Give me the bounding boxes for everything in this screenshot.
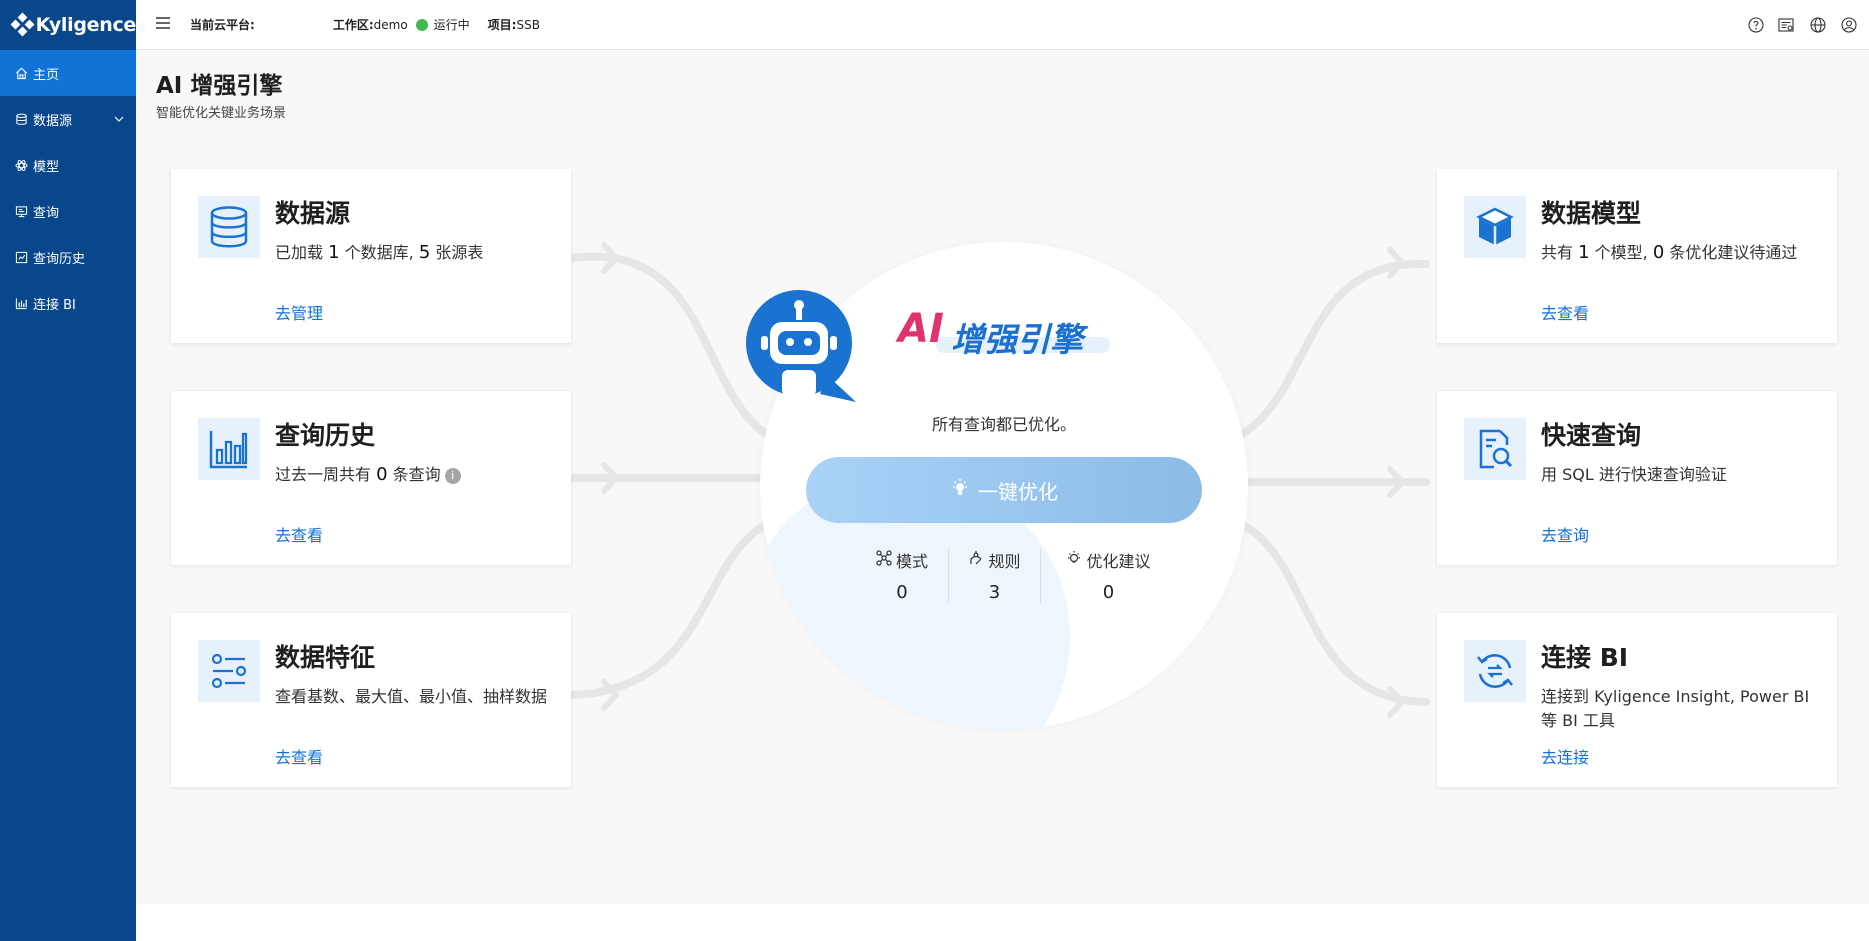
sidebar-item-label: 查询 bbox=[33, 205, 60, 221]
sidebar-item-label: 连接 BI bbox=[33, 297, 76, 313]
card-description: 查看基数、最大值、最小值、抽样数据 bbox=[275, 687, 548, 706]
monitor-icon bbox=[13, 203, 29, 219]
sidebar-item-query[interactable]: 查询 bbox=[0, 188, 136, 234]
bulb-icon bbox=[1066, 550, 1082, 570]
card-description: 共有 1 个模型, 0 条优化建议待通过 bbox=[1541, 242, 1798, 263]
sidebar-item-query-history[interactable]: 查询历史 bbox=[0, 234, 136, 280]
card-description: 用 SQL 进行快速查询验证 bbox=[1541, 465, 1727, 484]
view-model-link[interactable]: 去查看 bbox=[1541, 300, 1589, 324]
logo-icon bbox=[10, 12, 35, 37]
card-description: 过去一周共有 0 条查询 i bbox=[275, 463, 555, 487]
globe-icon[interactable] bbox=[1807, 14, 1828, 35]
sidebar-item-label: 主页 bbox=[33, 67, 60, 83]
button-label: 一键优化 bbox=[978, 479, 1058, 504]
workspace-status: 运行中 bbox=[433, 18, 470, 32]
bar-chart-icon bbox=[198, 418, 260, 480]
card-title: 数据特征 bbox=[275, 643, 376, 672]
status-indicator bbox=[415, 18, 428, 31]
top-bar: 当前云平台: 工作区: demo 运行中 项目: SSB bbox=[136, 0, 1869, 50]
sidebar-item-connect-bi[interactable]: 连接 BI bbox=[0, 280, 136, 326]
chevron-down-icon bbox=[114, 112, 124, 127]
card-title: 连接 BI bbox=[1541, 643, 1629, 672]
cube-icon bbox=[1464, 196, 1526, 258]
bar-chart-icon bbox=[13, 295, 29, 311]
go-query-link[interactable]: 去查询 bbox=[1541, 522, 1589, 546]
help-icon[interactable] bbox=[1745, 14, 1766, 35]
view-history-link[interactable]: 去查看 bbox=[275, 522, 323, 546]
sync-icon bbox=[1464, 640, 1526, 702]
pattern-icon bbox=[876, 550, 892, 570]
sidebar-item-label: 数据源 bbox=[33, 113, 73, 129]
stat-value: 0 bbox=[1102, 582, 1115, 603]
card-data-profile: 数据特征 查看基数、最大值、最小值、抽样数据 去查看 bbox=[171, 613, 571, 787]
bulb-icon bbox=[950, 478, 970, 503]
card-connect-bi: 连接 BI 连接到 Kyligence Insight, Power BI 等 … bbox=[1437, 613, 1837, 787]
database-count: 1 bbox=[328, 242, 340, 263]
card-query-history: 查询历史 过去一周共有 0 条查询 i 去查看 bbox=[171, 391, 571, 565]
sidebar-item-model[interactable]: 模型 bbox=[0, 142, 136, 188]
user-icon[interactable] bbox=[1838, 14, 1859, 35]
database-icon bbox=[198, 196, 260, 258]
rule-icon bbox=[968, 550, 984, 570]
stat-value: 3 bbox=[988, 582, 1001, 603]
project-label: 项目: bbox=[487, 18, 517, 32]
sidebar-item-label: 查询历史 bbox=[33, 251, 86, 267]
home-icon bbox=[13, 65, 29, 81]
table-count: 5 bbox=[418, 242, 431, 263]
menu-icon[interactable] bbox=[156, 17, 176, 32]
suggestion-count: 0 bbox=[1652, 242, 1665, 263]
history-icon bbox=[13, 249, 29, 265]
database-icon bbox=[13, 111, 29, 127]
robot-icon bbox=[746, 290, 856, 402]
sliders-icon bbox=[198, 640, 260, 702]
sidebar: Kyligence 主页 数据源 模型 查询 查询历史 连接 BI bbox=[0, 0, 136, 941]
card-description: 已加载 1 个数据库, 5 张源表 bbox=[275, 242, 484, 263]
one-click-optimize-button[interactable]: 一键优化 bbox=[806, 457, 1202, 523]
optimization-stats: 模式 0 规则 3 优化建议 0 bbox=[856, 548, 1176, 603]
card-data-model: 数据模型 共有 1 个模型, 0 条优化建议待通过 去查看 bbox=[1437, 169, 1837, 343]
atom-icon bbox=[13, 157, 29, 173]
card-title: 数据模型 bbox=[1541, 199, 1642, 228]
card-datasource: 数据源 已加载 1 个数据库, 5 张源表 去管理 bbox=[171, 169, 571, 343]
project-value[interactable]: SSB bbox=[516, 18, 539, 32]
sidebar-item-datasource[interactable]: 数据源 bbox=[0, 96, 136, 142]
stat-value: 0 bbox=[896, 582, 908, 603]
sidebar-item-label: 模型 bbox=[33, 159, 60, 175]
manage-link[interactable]: 去管理 bbox=[275, 300, 323, 324]
query-count: 0 bbox=[376, 464, 388, 485]
cloud-platform-label: 当前云平台: bbox=[190, 18, 255, 32]
logo-text: Kyligence bbox=[35, 14, 137, 36]
view-profile-link[interactable]: 去查看 bbox=[275, 744, 323, 768]
stat-rule: 规则 3 bbox=[948, 548, 1040, 603]
card-title: 快速查询 bbox=[1541, 421, 1642, 450]
optimization-status: 所有查询都已优化。 bbox=[931, 415, 1076, 434]
sidebar-item-home[interactable]: 主页 bbox=[0, 50, 136, 96]
card-description: 连接到 Kyligence Insight, Power BI 等 BI 工具 bbox=[1541, 687, 1810, 730]
info-icon[interactable]: i bbox=[444, 468, 461, 484]
document-search-icon bbox=[1464, 418, 1526, 480]
model-count: 1 bbox=[1578, 242, 1590, 263]
card-title: 查询历史 bbox=[275, 421, 376, 450]
card-title: 数据源 bbox=[275, 199, 351, 228]
kyligence-logo[interactable]: Kyligence bbox=[0, 0, 136, 50]
notes-icon[interactable] bbox=[1776, 14, 1797, 35]
workspace-value[interactable]: demo bbox=[374, 18, 408, 32]
ai-text: AI bbox=[898, 306, 944, 352]
workspace-label: 工作区: bbox=[332, 18, 374, 32]
main-content: AI 增强引擎 智能优化关键业务场景 数据源 已加载 1 个数据库, 5 张源表… bbox=[136, 50, 1869, 904]
stat-pattern: 模式 0 bbox=[856, 548, 948, 603]
connect-link[interactable]: 去连接 bbox=[1541, 744, 1589, 768]
stat-suggestion: 优化建议 0 bbox=[1040, 548, 1176, 603]
engine-text: 增强引擎 bbox=[951, 320, 1083, 359]
card-quick-query: 快速查询 用 SQL 进行快速查询验证 去查询 bbox=[1437, 391, 1837, 565]
